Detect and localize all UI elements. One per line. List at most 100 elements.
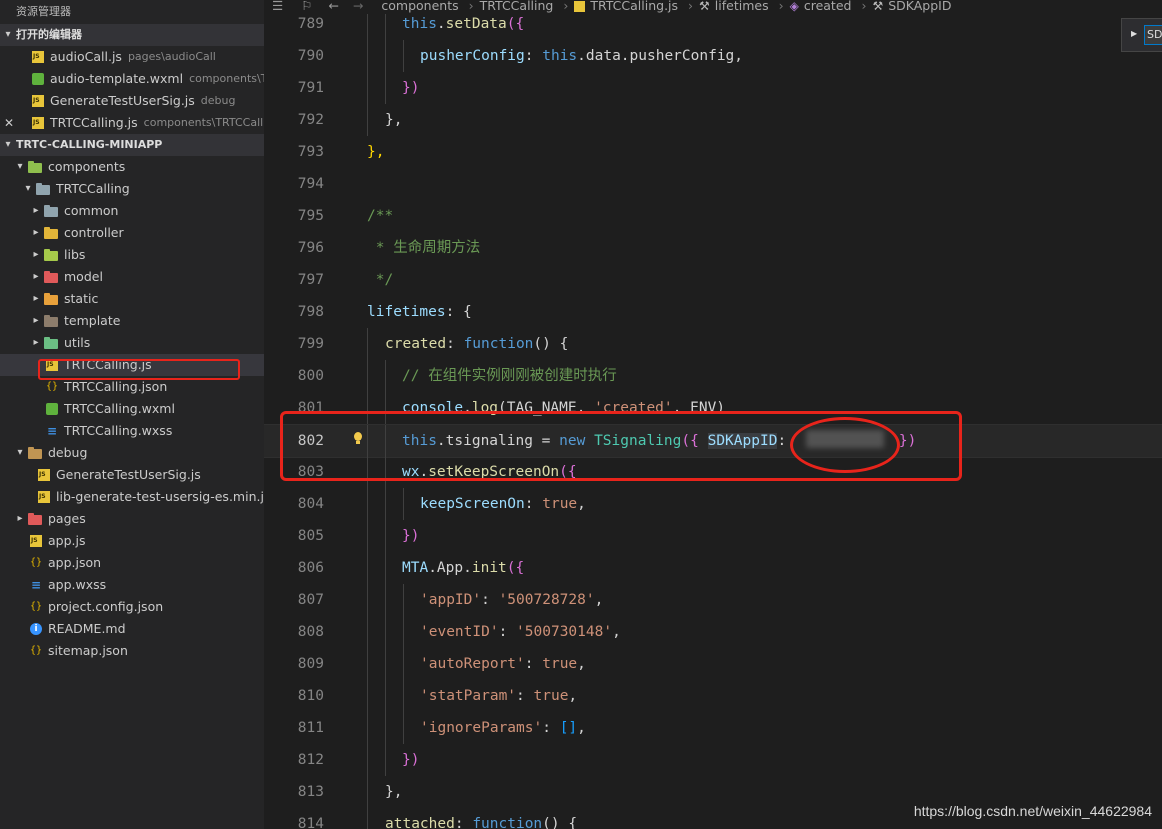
indent-guide (403, 584, 404, 616)
token: this (542, 48, 578, 64)
token: MTA (402, 560, 429, 576)
back-arrow-icon[interactable]: ← (328, 0, 338, 12)
tree-file-gen-sig[interactable]: GenerateTestUserSig.js (0, 464, 264, 486)
explorer-title: 资源管理器 (16, 5, 71, 18)
open-editor-item[interactable]: GenerateTestUserSig.js debug (0, 90, 264, 112)
token: : { (445, 304, 472, 320)
tree-folder-components[interactable]: ▾ components (0, 156, 264, 178)
token: () { (542, 816, 578, 829)
indent-guide (385, 712, 386, 744)
code-text: * 生命周期方法 (367, 240, 481, 256)
token: .data.pusherConfig, (577, 48, 744, 64)
find-widget[interactable]: ▶ SDK (1121, 18, 1162, 52)
line-number: 808 (297, 624, 324, 640)
tree-file-app-wxss[interactable]: ≡ app.wxss (0, 574, 264, 596)
chevron-down-icon: ▾ (5, 139, 11, 150)
token: created (385, 336, 447, 352)
tree-folder-libs[interactable]: ▸ libs (0, 244, 264, 266)
indent-guide (385, 552, 386, 584)
open-editor-item[interactable]: audioCall.js pages\audioCall (0, 46, 264, 68)
breadcrumb: ☰ ⚐ ← → components › TRTCCalling › TRTCC… (264, 0, 1162, 14)
chevron-right-icon[interactable]: ▶ (1131, 29, 1137, 38)
open-editor-item-active[interactable]: ✕ TRTCCalling.js components\TRTCCalli... (0, 112, 264, 134)
open-editor-desc: components\TRTCCalli... (143, 116, 264, 129)
indent-guide (367, 40, 368, 72)
tree-folder-utils[interactable]: ▸ utils (0, 332, 264, 354)
close-icon[interactable]: ✕ (2, 112, 16, 134)
tree-folder-controller[interactable]: ▸ controller (0, 222, 264, 244)
token: '500728728' (498, 592, 595, 608)
breadcrumb-item[interactable]: TRTCCalling.js (574, 0, 678, 12)
breadcrumb-item[interactable]: components (381, 0, 458, 12)
breadcrumb-label: components (381, 0, 459, 13)
indent-guide (385, 520, 386, 552)
token: 'ignoreParams' (420, 720, 543, 736)
tree-folder-static[interactable]: ▸ static (0, 288, 264, 310)
folder-icon (44, 227, 58, 239)
project-header[interactable]: ▾ TRTC-CALLING-MINIAPP (0, 134, 264, 156)
indent-guide (367, 744, 368, 776)
line-number: 809 (297, 656, 324, 672)
code-line: 805 }) (264, 520, 1162, 552)
code-editor[interactable]: 789 this.setData({ 790 pusherConfig: thi… (264, 0, 1162, 829)
open-editor-item[interactable]: audio-template.wxml components\T... (0, 68, 264, 90)
tree-folder-trtccalling[interactable]: ▾ TRTCCalling (0, 178, 264, 200)
chevron-down-icon: ▾ (5, 29, 11, 40)
code-text: 'autoReport': true, (420, 648, 586, 680)
token: 'statParam' (420, 688, 517, 704)
line-number: 791 (297, 80, 324, 96)
folder-open-icon (28, 161, 42, 173)
tree-folder-debug[interactable]: ▾ debug (0, 442, 264, 464)
token: function (463, 336, 534, 352)
tree-file-trtccalling-wxss[interactable]: ≡ TRTCCalling.wxss (0, 420, 264, 442)
find-input[interactable]: SDK (1144, 25, 1162, 45)
token: true (542, 656, 578, 672)
open-editor-desc: pages\audioCall (127, 50, 216, 63)
tree-file-sitemap[interactable]: {} sitemap.json (0, 640, 264, 662)
token: : (524, 48, 543, 64)
indent-guide (367, 360, 368, 392)
tree-label: static (64, 291, 99, 306)
token: ({ (506, 560, 525, 576)
tree-label: sitemap.json (48, 643, 128, 658)
tree-file-lib-gen[interactable]: lib-generate-test-usersig-es.min.js (0, 486, 264, 508)
tree-file-app-json[interactable]: {} app.json (0, 552, 264, 574)
folder-icon (28, 513, 42, 525)
token: .App. (428, 560, 472, 576)
tree-file-readme[interactable]: i README.md (0, 618, 264, 640)
js-file-icon (30, 535, 42, 547)
indent-guide (367, 488, 368, 520)
line-number: 794 (297, 176, 324, 192)
breadcrumb-item[interactable]: ◈ created (790, 0, 852, 12)
breadcrumb-label: SDKAppID (888, 0, 952, 13)
tree-folder-common[interactable]: ▸ common (0, 200, 264, 222)
tree-file-app-js[interactable]: app.js (0, 530, 264, 552)
js-file-icon (574, 0, 586, 12)
explorer-sidebar: 资源管理器 ▾ 打开的编辑器 audioCall.js pages\audioC… (0, 0, 264, 829)
forward-arrow-icon[interactable]: → (353, 0, 363, 12)
line-number: 796 (297, 240, 324, 256)
open-editors-header[interactable]: ▾ 打开的编辑器 (0, 24, 264, 46)
token: attached (385, 816, 455, 829)
token: : (516, 688, 534, 704)
tree-folder-model[interactable]: ▸ model (0, 266, 264, 288)
property-icon: ⚒ (872, 0, 884, 13)
code-line: 796 * 生命周期方法 (264, 232, 1162, 264)
indent-guide (403, 712, 404, 744)
bookmark-icon[interactable]: ⚐ (301, 0, 312, 12)
breadcrumb-item[interactable]: TRTCCalling (480, 0, 554, 12)
line-number: 800 (297, 368, 324, 384)
tree-folder-template[interactable]: ▸ template (0, 310, 264, 332)
tree-label: README.md (48, 621, 126, 636)
tree-folder-pages[interactable]: ▸ pages (0, 508, 264, 530)
token: 'appID' (420, 592, 482, 608)
indent-guide (367, 808, 368, 829)
chevron-right-icon: › (778, 0, 784, 13)
token: lifetimes (367, 304, 446, 320)
breadcrumb-item[interactable]: ⚒ lifetimes (699, 0, 769, 12)
menu-icon[interactable]: ☰ (272, 0, 283, 12)
tree-file-trtccalling-wxml[interactable]: TRTCCalling.wxml (0, 398, 264, 420)
tree-file-project-config[interactable]: {} project.config.json (0, 596, 264, 618)
indent-guide (385, 584, 386, 616)
breadcrumb-item[interactable]: ⚒ SDKAppID (872, 0, 951, 12)
